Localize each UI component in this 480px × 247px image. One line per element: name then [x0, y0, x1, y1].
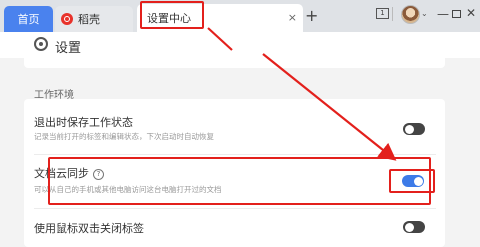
annotation-arrow: [262, 53, 397, 161]
annotation-arrows: [207, 27, 397, 161]
annotation-arrow-tail: [207, 27, 233, 51]
